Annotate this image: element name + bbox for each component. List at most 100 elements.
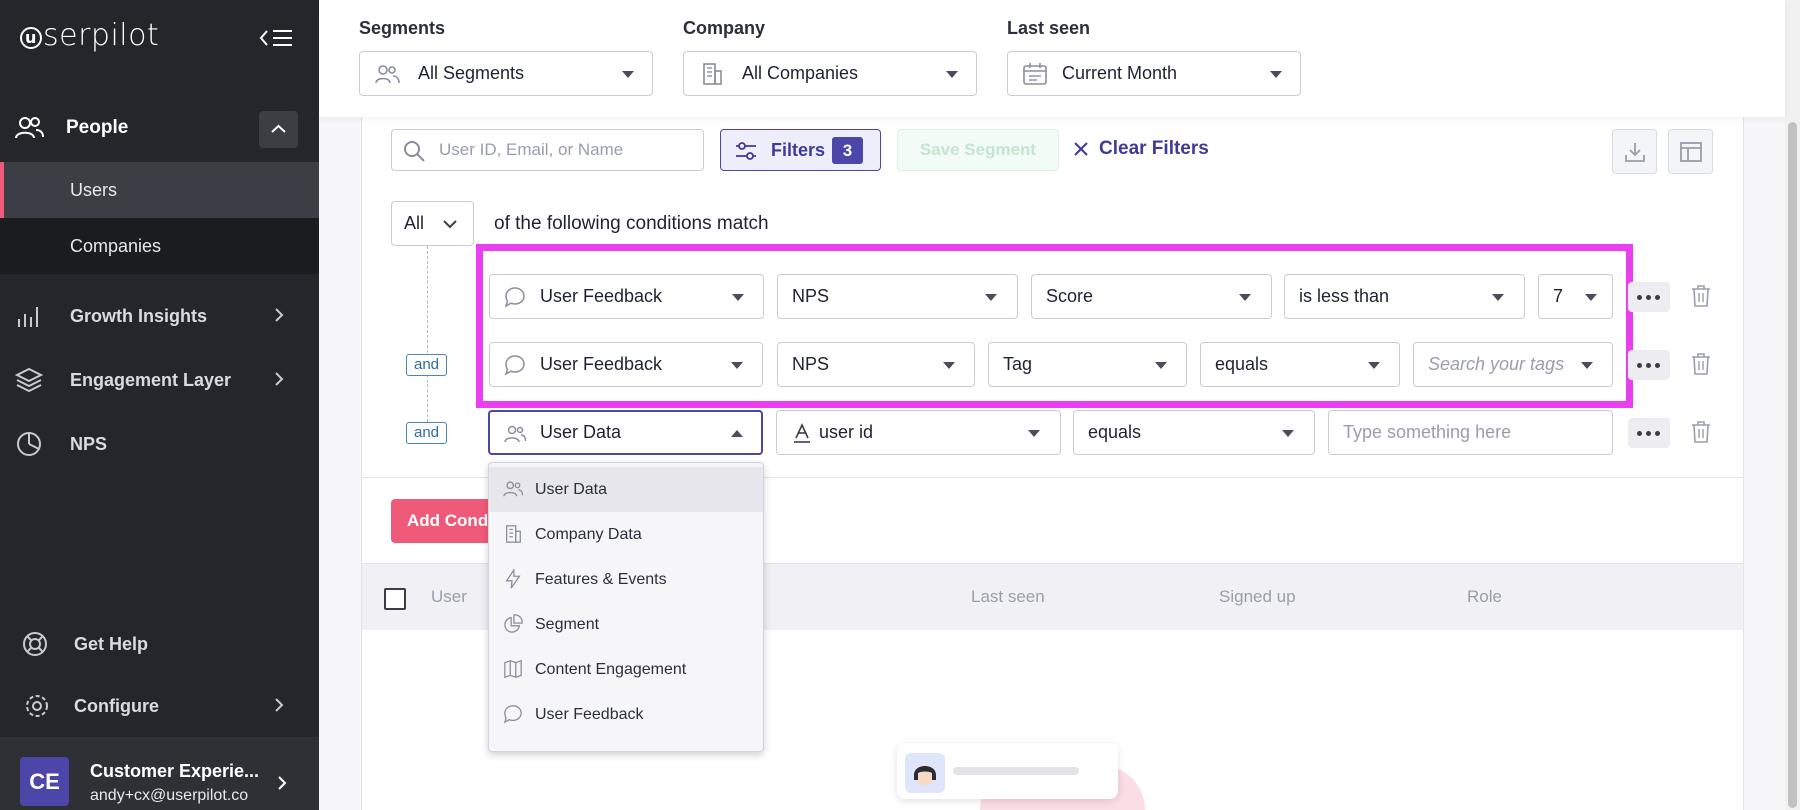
caret-down-icon <box>622 71 634 78</box>
support-avatar-icon <box>905 753 945 793</box>
sidebar-item-users[interactable]: Users <box>0 162 319 218</box>
trash-icon[interactable] <box>1690 284 1712 308</box>
map-icon <box>504 659 522 679</box>
nav-growth-insights[interactable]: Growth Insights <box>0 290 319 342</box>
nav-people[interactable]: People <box>0 106 319 150</box>
app: u serpilot People Users Companies Growth… <box>0 0 1800 810</box>
account-email: andy+cx@userpilot.co <box>90 787 249 804</box>
people-collapse-toggle[interactable] <box>259 111 298 148</box>
nav-get-help[interactable]: Get Help <box>0 618 319 670</box>
condition-1-more-button[interactable] <box>1628 282 1670 312</box>
condition-3-source-select[interactable]: User Data <box>488 410 763 455</box>
filter-topbar: Segments All Segments Company All Compan… <box>319 0 1785 117</box>
save-segment-button[interactable]: Save Segment <box>897 129 1059 171</box>
column-header-user[interactable]: User <box>431 587 467 607</box>
search-placeholder: User ID, Email, or Name <box>439 140 624 159</box>
nav-nps-label: NPS <box>70 433 108 454</box>
dropdown-option-label: User Feedback <box>535 705 644 723</box>
match-mode-select[interactable]: All <box>391 201 474 246</box>
people-icon <box>15 117 44 139</box>
page-scrollbar[interactable] <box>1785 0 1800 810</box>
filters-button[interactable]: Filters 3 <box>720 129 881 171</box>
clear-filters-label: Clear Filters <box>1099 138 1209 159</box>
caret-down-icon <box>1028 430 1040 437</box>
collapse-sidebar-button[interactable] <box>256 24 296 52</box>
close-icon <box>1074 142 1088 156</box>
nav-configure[interactable]: Configure <box>0 680 319 732</box>
chevron-up-icon <box>271 124 286 133</box>
pie-chart-icon <box>504 614 523 633</box>
sidebar-item-companies[interactable]: Companies <box>0 218 319 274</box>
clear-filters-button[interactable]: Clear Filters <box>1072 138 1209 160</box>
scrollbar-thumb[interactable] <box>1788 122 1797 808</box>
building-icon <box>703 63 722 85</box>
dropdown-option-features-events[interactable]: Features & Events <box>489 557 763 602</box>
text-attribute-icon <box>794 423 810 443</box>
company-select[interactable]: All Companies <box>683 51 977 96</box>
condition-tree-line <box>427 246 428 422</box>
chat-widget[interactable] <box>897 743 1118 799</box>
search-input[interactable]: User ID, Email, or Name <box>391 129 704 171</box>
select-all-checkbox[interactable] <box>384 588 406 610</box>
nav-engagement-layer[interactable]: Engagement Layer <box>0 354 319 406</box>
dropdown-option-label: Company Data <box>535 525 642 543</box>
dropdown-option-user-feedback[interactable]: User Feedback <box>489 692 763 737</box>
column-layout-button[interactable] <box>1668 129 1713 174</box>
lastseen-label: Last seen <box>1007 18 1091 38</box>
calendar-icon <box>1023 63 1047 85</box>
condition-3-operator-select[interactable]: equals <box>1073 410 1315 455</box>
caret-down-icon <box>1270 71 1282 78</box>
nav-nps[interactable]: NPS <box>0 418 319 470</box>
nav-people-label: People <box>66 117 129 138</box>
conditions-match-text: of the following conditions match <box>494 213 769 234</box>
filters-label: Filters <box>771 139 826 160</box>
condition-3-field-select[interactable]: user id <box>776 410 1061 455</box>
segments-select[interactable]: All Segments <box>359 51 653 96</box>
column-header-role[interactable]: Role <box>1467 587 1502 607</box>
users-icon <box>375 65 400 84</box>
dropdown-option-label: Content Engagement <box>535 660 687 678</box>
condition-2-more-button[interactable] <box>1628 350 1670 380</box>
lastseen-value: Current Month <box>1062 63 1178 83</box>
trash-icon[interactable] <box>1690 352 1712 376</box>
logo-text: serpilot <box>43 18 160 53</box>
caret-down-icon <box>946 71 958 78</box>
dropdown-option-user-data[interactable]: User Data <box>489 467 763 512</box>
nav-engagement-layer-label: Engagement Layer <box>70 369 232 390</box>
sidebar: u serpilot People Users Companies Growth… <box>0 0 319 810</box>
dropdown-option-label: Features & Events <box>535 570 667 588</box>
chevron-right-icon <box>278 776 287 790</box>
condition-3-value-input[interactable]: Type something here <box>1328 410 1613 455</box>
segments-label: Segments <box>359 18 446 38</box>
dropdown-option-content-engagement[interactable]: Content Engagement <box>489 647 763 692</box>
condition-3-more-button[interactable] <box>1628 418 1670 448</box>
nav-growth-insights-label: Growth Insights <box>70 305 207 326</box>
lightning-icon <box>505 569 521 589</box>
logo-mark: u <box>20 27 42 49</box>
nav-configure-label: Configure <box>74 695 159 716</box>
sliders-icon <box>736 142 756 160</box>
chevron-right-icon <box>275 698 284 712</box>
column-header-signed-up[interactable]: Signed up <box>1219 587 1296 607</box>
condition-3-operator: equals <box>1088 422 1142 442</box>
download-button[interactable] <box>1612 129 1657 174</box>
chevron-down-icon <box>443 220 457 229</box>
collapse-menu-icon <box>259 30 292 46</box>
gear-icon <box>26 695 48 717</box>
trash-icon[interactable] <box>1690 420 1712 444</box>
lastseen-select[interactable]: Current Month <box>1007 51 1301 96</box>
download-icon <box>1625 143 1645 162</box>
userpilot-logo[interactable]: u serpilot <box>20 18 159 53</box>
column-header-last-seen[interactable]: Last seen <box>971 587 1045 607</box>
caret-up-icon <box>731 430 743 437</box>
chat-bubble-icon <box>503 705 522 724</box>
condition-3-value-placeholder: Type something here <box>1343 422 1512 442</box>
users-icon <box>504 425 526 443</box>
chat-preview-placeholder <box>953 767 1079 775</box>
account-menu[interactable]: CE Customer Experie... andy+cx@userpilot… <box>0 737 319 810</box>
pie-chart-icon <box>17 432 41 456</box>
dropdown-option-segment[interactable]: Segment <box>489 602 763 647</box>
dropdown-option-company-data[interactable]: Company Data <box>489 512 763 557</box>
company-value: All Companies <box>742 63 859 83</box>
nav-get-help-label: Get Help <box>74 633 149 654</box>
